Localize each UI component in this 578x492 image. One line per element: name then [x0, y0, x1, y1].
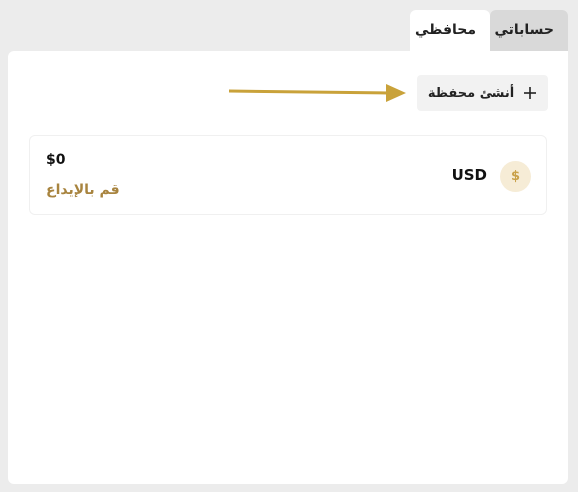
deposit-link[interactable]: قم بالإيداع [46, 182, 120, 198]
wallets-panel: أنشئ محفظة $ USD $0 قم بالإيداع [8, 51, 568, 484]
tab-my-wallets[interactable]: محافظي [410, 10, 490, 51]
dollar-coin-icon: $ [500, 161, 531, 192]
wallet-currency: USD [451, 166, 487, 184]
create-wallet-button[interactable]: أنشئ محفظة [417, 75, 548, 111]
tab-my-accounts[interactable]: حساباتي [490, 10, 568, 51]
wallet-tabs: حساباتي محافظي [410, 10, 568, 51]
plus-icon [524, 87, 537, 99]
wallet-card-usd[interactable]: $ USD $0 قم بالإيداع [29, 135, 547, 215]
wallet-balance: $0 [46, 152, 66, 168]
arrow-right-icon [228, 84, 406, 102]
create-wallet-label: أنشئ محفظة [427, 85, 515, 101]
